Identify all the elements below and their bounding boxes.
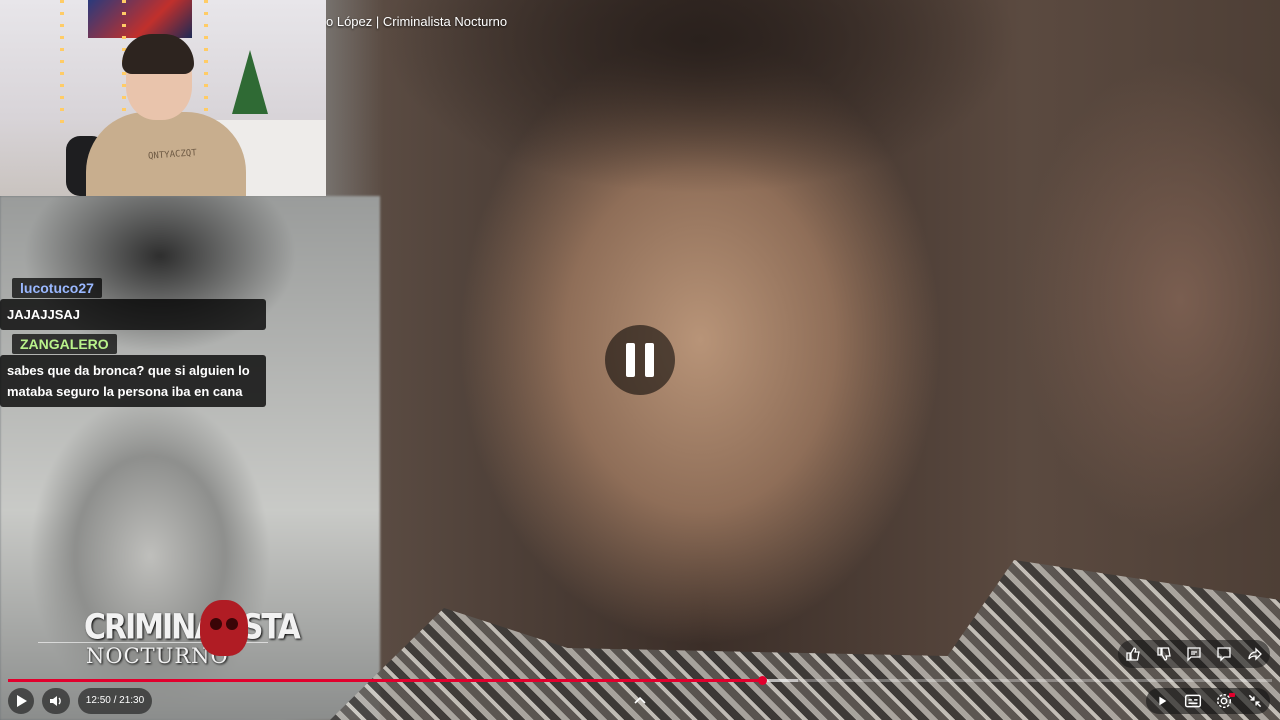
chat-username: lucotuco27 — [12, 278, 102, 298]
pause-overlay-button[interactable] — [605, 325, 675, 395]
string-lights — [204, 0, 208, 130]
chevron-up-button[interactable] — [628, 688, 652, 714]
share-icon[interactable] — [1246, 645, 1264, 663]
comment-icon[interactable] — [1185, 645, 1203, 663]
channel-logo: CRIMINALISTA NOCTURNO — [38, 586, 301, 676]
dislike-icon[interactable] — [1155, 645, 1173, 663]
player-controls-right — [1146, 688, 1270, 714]
wall-poster — [88, 0, 192, 38]
volume-icon — [50, 696, 61, 706]
settings-button[interactable] — [1215, 692, 1235, 710]
streamer-hair — [122, 34, 194, 74]
chat-username: ZANGALERO — [12, 334, 117, 354]
pause-icon — [645, 343, 654, 377]
webcam-overlay: QNTYACZQT — [0, 0, 326, 196]
chat-overlay: lucotuco27 JAJAJJSAJ ZANGALERO sabes que… — [0, 278, 270, 407]
progress-bar[interactable] — [8, 676, 1272, 685]
video-frame-shading — [330, 0, 1070, 210]
like-icon[interactable] — [1124, 645, 1142, 663]
chat-icon[interactable] — [1215, 645, 1233, 663]
play-button[interactable] — [8, 688, 34, 714]
chat-text: JAJAJJSAJ — [0, 299, 266, 330]
autoplay-icon — [1158, 696, 1166, 706]
chat-message: lucotuco27 JAJAJJSAJ — [0, 278, 270, 330]
subtitles-button[interactable] — [1184, 692, 1202, 710]
video-title[interactable]: o López | Criminalista Nocturno — [326, 14, 507, 29]
volume-button[interactable] — [42, 688, 70, 714]
skull-icon — [200, 600, 248, 656]
pause-icon — [626, 343, 635, 377]
progress-played — [8, 679, 763, 682]
christmas-tree — [232, 50, 268, 114]
autoplay-toggle[interactable] — [1153, 692, 1171, 710]
video-actions — [1118, 640, 1270, 668]
chat-text: sabes que da bronca? que si alguien lo m… — [0, 355, 266, 407]
chevron-up-icon — [634, 696, 646, 704]
exit-fullscreen-button[interactable] — [1246, 692, 1264, 710]
subtitles-icon — [1184, 694, 1201, 708]
progress-scrubber[interactable] — [758, 676, 768, 685]
hd-badge — [1228, 693, 1235, 697]
play-icon — [17, 695, 27, 707]
string-lights — [60, 0, 64, 130]
time-display: 12:50 / 21:30 — [78, 688, 152, 714]
chat-message: ZANGALERO sabes que da bronca? que si al… — [0, 334, 270, 407]
exit-fullscreen-icon — [1248, 694, 1261, 708]
logo-text-top: CRIMINALISTA — [84, 607, 301, 648]
